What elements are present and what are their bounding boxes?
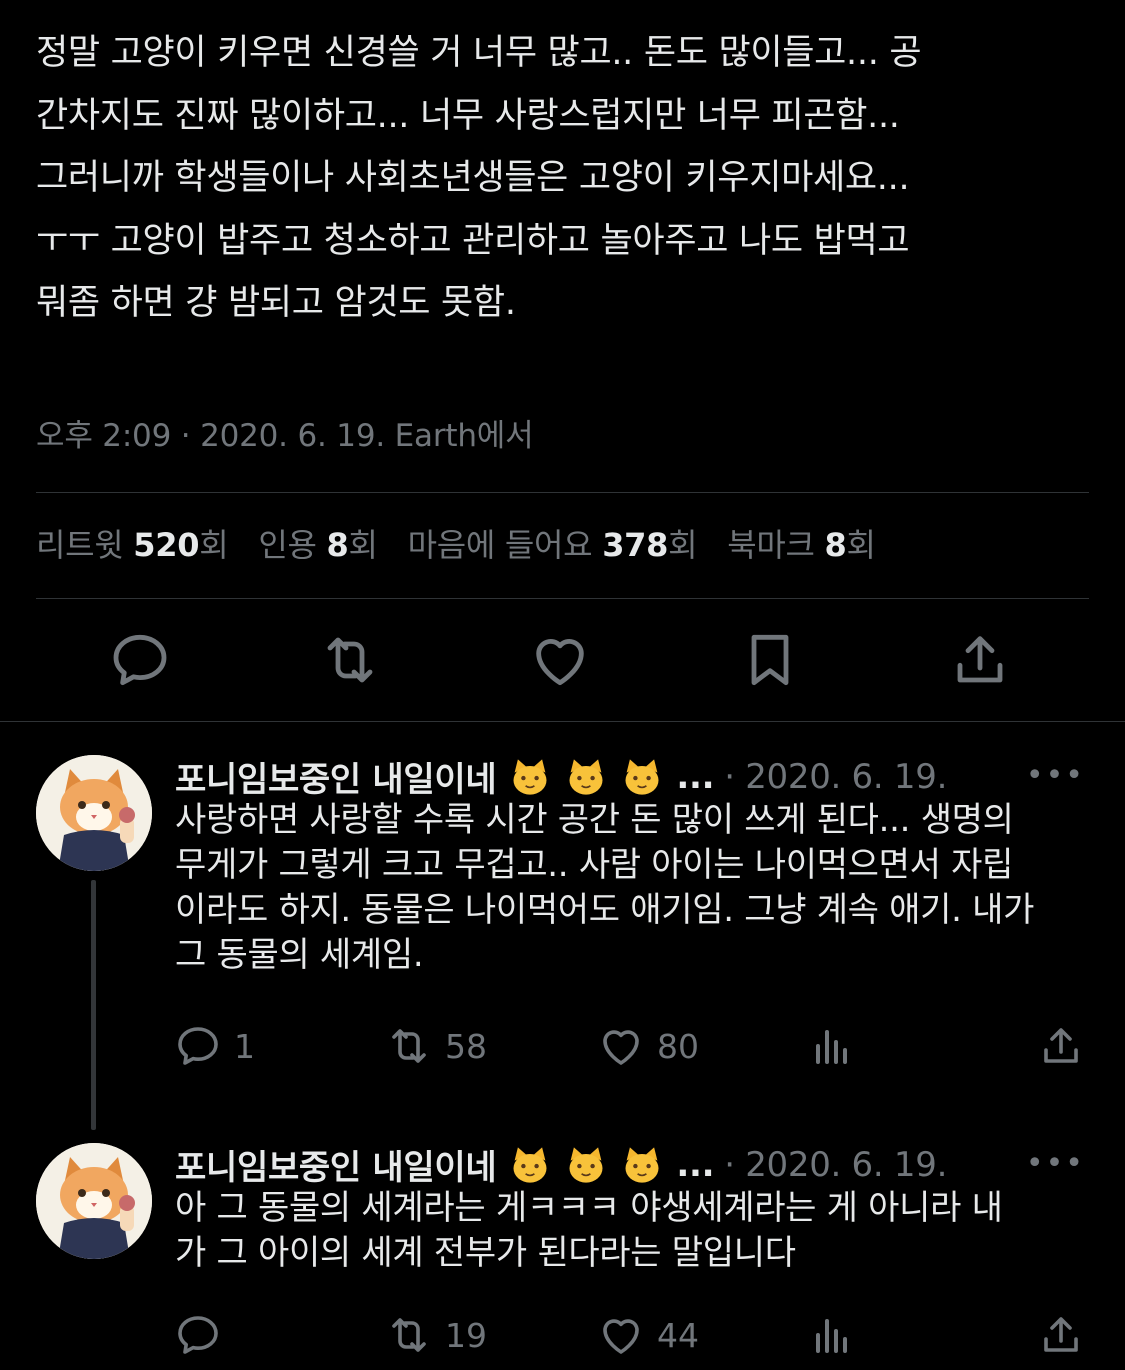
retweet-icon[interactable] bbox=[318, 628, 382, 692]
cat-face-icon bbox=[508, 1143, 552, 1187]
author-name[interactable]: 포니임보중인 내일이네 bbox=[175, 1140, 497, 1189]
reply-actions: 1 58 80 bbox=[0, 1022, 1125, 1072]
cat-face-icon bbox=[564, 755, 608, 799]
views-button[interactable] bbox=[808, 1311, 868, 1359]
share-button[interactable] bbox=[1037, 1311, 1097, 1359]
more-options-icon[interactable]: ••• bbox=[1026, 1146, 1085, 1181]
more-options-icon[interactable]: ••• bbox=[1026, 758, 1085, 793]
reply-text: 아 그 동물의 세계라는 게ㅋㅋㅋ 야생세계라는 게 아니라 내 가 그 아이의… bbox=[175, 1188, 1003, 1273]
retweet-icon bbox=[392, 1318, 426, 1352]
divider bbox=[0, 721, 1125, 722]
cat-face-icon bbox=[508, 755, 552, 799]
reply-date[interactable]: · 2020. 6. 19. bbox=[724, 757, 947, 797]
main-tweet: 정말 고양이 키우면 신경쓸 거 너무 많고.. 돈도 많이들고... 공 간차… bbox=[36, 22, 1096, 335]
heart-icon bbox=[603, 1030, 639, 1065]
retweet-icon bbox=[392, 1029, 426, 1063]
reply-button[interactable] bbox=[174, 1311, 234, 1359]
heart-icon[interactable] bbox=[528, 628, 592, 692]
stat-bookmarks[interactable]: 북마크 8회 bbox=[727, 520, 876, 566]
reply-icon bbox=[178, 1316, 218, 1354]
analytics-icon bbox=[816, 1319, 847, 1353]
like-button[interactable]: 80 bbox=[597, 1022, 699, 1070]
retweet-button[interactable]: 58 bbox=[385, 1022, 487, 1070]
tweet-meta[interactable]: 오후 2:09 · 2020. 6. 19. Earth에서 bbox=[36, 410, 534, 455]
reply-icon[interactable] bbox=[108, 628, 172, 692]
stat-likes[interactable]: 마음에 들어요 378회 bbox=[408, 520, 698, 566]
tweet-text: 정말 고양이 키우면 신경쓸 거 너무 많고.. 돈도 많이들고... 공 간차… bbox=[36, 33, 922, 323]
stat-retweets[interactable]: 리트윗 520회 bbox=[36, 520, 229, 566]
stat-suffix: 회 bbox=[846, 526, 876, 564]
reply-text: 사랑하면 사랑할 수록 시간 공간 돈 많이 쓰게 된다... 생명의 무게가 … bbox=[175, 800, 1035, 975]
views-button[interactable] bbox=[808, 1022, 868, 1070]
stat-suffix: 회 bbox=[199, 526, 229, 564]
reply-header: 포니임보중인 내일이네 ... · 2020. 6. 19. bbox=[175, 1140, 947, 1189]
divider bbox=[36, 492, 1089, 493]
reply-icon bbox=[178, 1027, 218, 1065]
divider bbox=[36, 598, 1089, 599]
retweet-count: 19 bbox=[445, 1315, 487, 1355]
reply-header: 포니임보중인 내일이네 ... · 2020. 6. 19. bbox=[175, 752, 947, 801]
name-ellipsis: ... bbox=[676, 756, 715, 797]
stat-label: 인용 bbox=[258, 526, 317, 564]
share-icon[interactable] bbox=[948, 628, 1012, 692]
stat-count: 378 bbox=[602, 526, 669, 564]
share-button[interactable] bbox=[1037, 1022, 1097, 1070]
like-button[interactable]: 44 bbox=[597, 1311, 699, 1359]
stat-label: 마음에 들어요 bbox=[407, 526, 593, 564]
share-icon bbox=[1044, 1028, 1078, 1063]
stat-count: 8 bbox=[326, 526, 349, 564]
stat-label: 리트윗 bbox=[36, 526, 124, 564]
share-icon bbox=[1044, 1317, 1078, 1352]
stat-suffix: 회 bbox=[668, 526, 698, 564]
like-count: 80 bbox=[657, 1026, 699, 1066]
stat-count: 8 bbox=[824, 526, 847, 564]
cat-face-icon bbox=[620, 1143, 664, 1187]
name-ellipsis: ... bbox=[676, 1144, 715, 1185]
heart-icon bbox=[603, 1319, 639, 1354]
thread-line bbox=[91, 880, 96, 1130]
stat-label: 북마크 bbox=[727, 526, 815, 564]
tweet-detail-page: 정말 고양이 키우면 신경쓸 거 너무 많고.. 돈도 많이들고... 공 간차… bbox=[0, 0, 1125, 1370]
like-count: 44 bbox=[657, 1315, 699, 1355]
reply-date[interactable]: · 2020. 6. 19. bbox=[724, 1145, 947, 1185]
bookmark-icon[interactable] bbox=[738, 628, 802, 692]
author-name[interactable]: 포니임보중인 내일이네 bbox=[175, 752, 497, 801]
retweet-button[interactable]: 19 bbox=[385, 1311, 487, 1359]
stat-suffix: 회 bbox=[348, 526, 378, 564]
tweet-actions bbox=[0, 628, 1125, 692]
reply-count: 1 bbox=[234, 1026, 255, 1066]
avatar[interactable] bbox=[36, 1143, 152, 1259]
tweet-stats: 리트윗 520회 인용 8회 마음에 들어요 378회 북마크 8회 bbox=[36, 520, 876, 566]
analytics-icon bbox=[816, 1030, 847, 1064]
avatar[interactable] bbox=[36, 755, 152, 871]
reply-button[interactable]: 1 bbox=[174, 1022, 255, 1070]
retweet-count: 58 bbox=[445, 1026, 487, 1066]
reply-actions: 19 44 bbox=[0, 1311, 1125, 1361]
cat-face-icon bbox=[564, 1143, 608, 1187]
cat-face-icon bbox=[620, 755, 664, 799]
stat-count: 520 bbox=[133, 526, 200, 564]
stat-quotes[interactable]: 인용 8회 bbox=[258, 520, 378, 566]
